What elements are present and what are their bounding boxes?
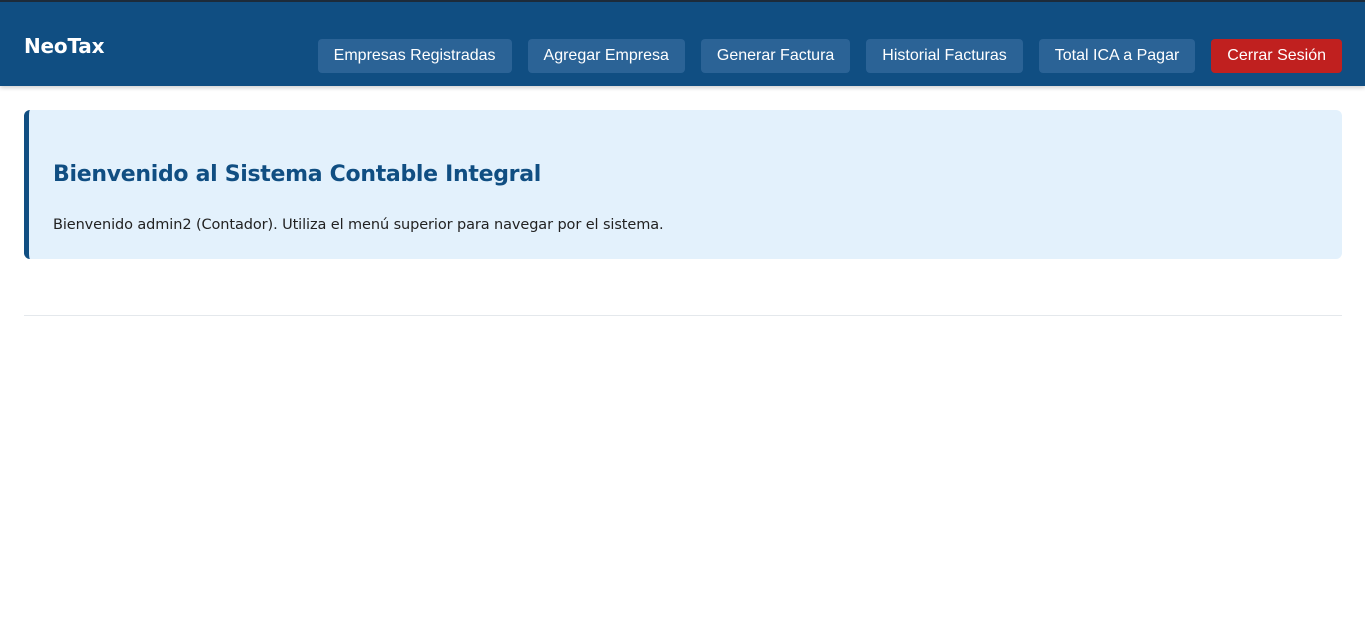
nav-historial-facturas-button[interactable]: Historial Facturas: [866, 39, 1023, 73]
top-navbar: NeoTax Empresas Registradas Agregar Empr…: [0, 0, 1365, 86]
nav-generar-factura-button[interactable]: Generar Factura: [700, 39, 851, 73]
nav-empresas-registradas-button[interactable]: Empresas Registradas: [317, 39, 512, 73]
divider: [24, 315, 1342, 316]
nav-total-ica-button[interactable]: Total ICA a Pagar: [1038, 39, 1196, 73]
welcome-title: Bienvenido al Sistema Contable Integral: [53, 162, 541, 187]
logout-button[interactable]: Cerrar Sesión: [1211, 39, 1342, 73]
brand-logo[interactable]: NeoTax: [24, 34, 105, 58]
nav-agregar-empresa-button[interactable]: Agregar Empresa: [527, 39, 685, 73]
welcome-message: Bienvenido admin2 (Contador). Utiliza el…: [53, 217, 664, 233]
welcome-card: Bienvenido al Sistema Contable Integral …: [24, 110, 1342, 259]
main-nav: Empresas Registradas Agregar Empresa Gen…: [317, 39, 1342, 73]
